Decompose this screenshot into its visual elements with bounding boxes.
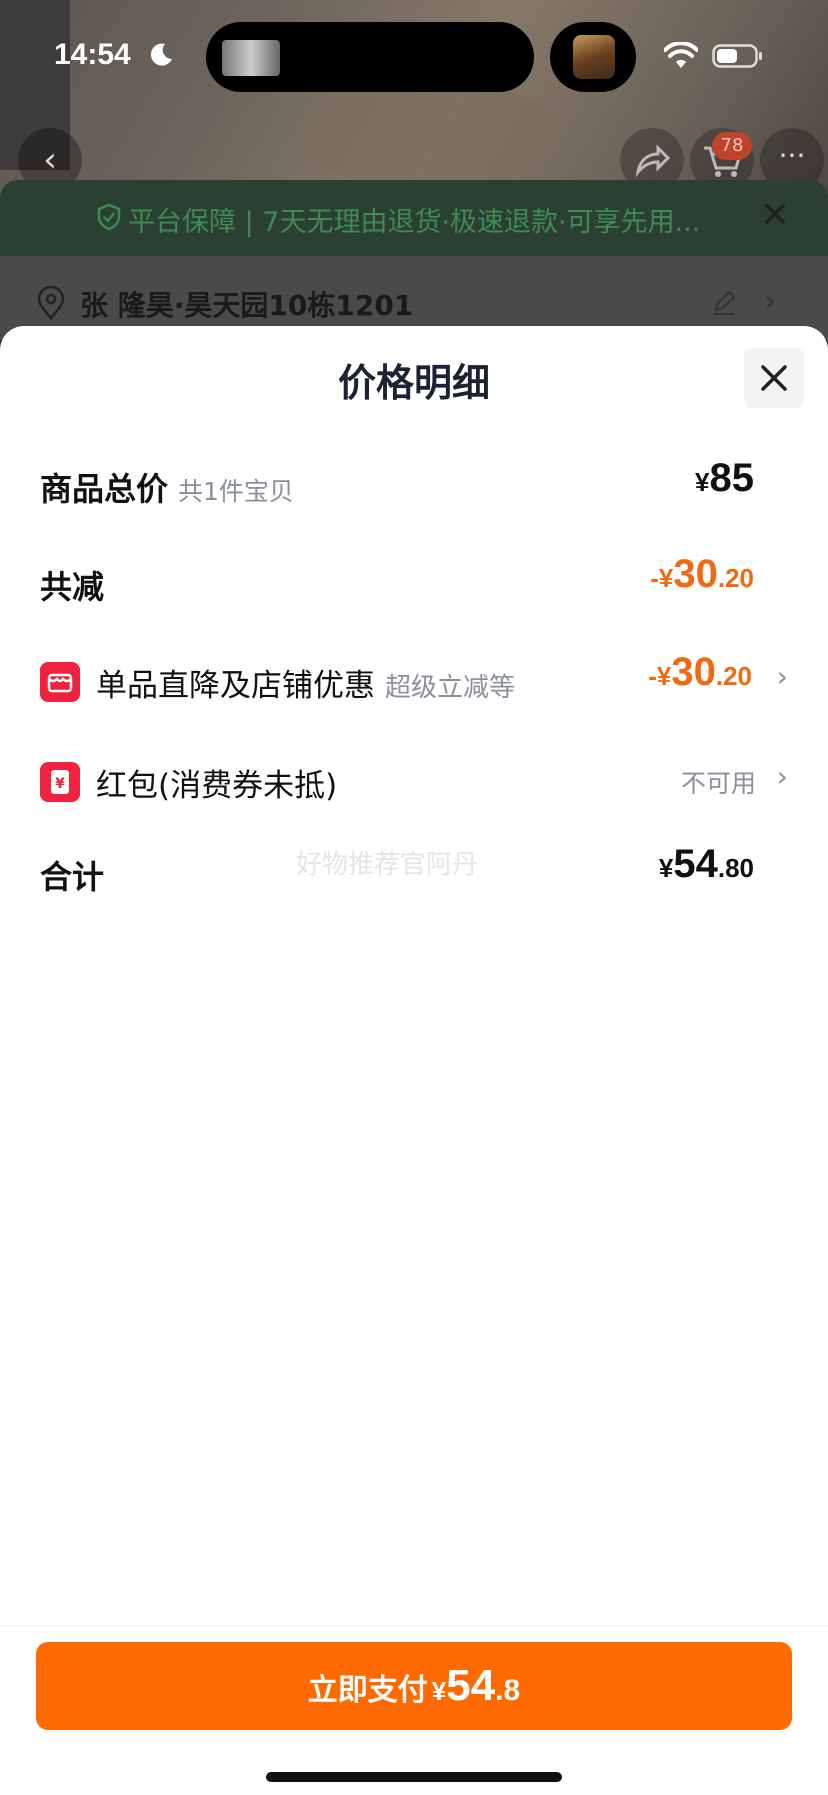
pay-amount-dec: .8 <box>495 1674 521 1707</box>
sum-label: 合计 <box>40 858 105 896</box>
guarantee-text: 平台保障 | 7天无理由退货·极速退款·可享先用... <box>128 207 701 238</box>
discount-row: 共减 -¥30.20 <box>40 552 788 612</box>
pay-currency: ¥ <box>431 1676 447 1706</box>
edit-icon[interactable] <box>710 288 738 316</box>
divider <box>0 1625 828 1626</box>
total-price-label: 商品总价 共1件宝贝 <box>40 470 294 508</box>
pay-button-label: 立即支付 <box>307 1673 428 1708</box>
shipping-address[interactable]: 张 隆昊·昊天园10栋1201 <box>80 284 413 324</box>
red-packet-label: 红包(消费券未抵) <box>96 768 338 804</box>
cart-count-badge: 78 <box>712 132 752 160</box>
location-pin-icon <box>37 286 65 320</box>
red-packet-icon: ¥ <box>40 762 80 802</box>
store-icon <box>40 662 80 702</box>
price-detail-sheet: 价格明细 商品总价 共1件宝贝 ¥85 共减 -¥30.20 单品直降及店铺优惠超… <box>0 326 828 1795</box>
moon-icon <box>150 43 172 66</box>
now-playing-thumbnail <box>222 40 280 76</box>
store-discount-sub: 超级立减等 <box>385 673 516 703</box>
discount-label: 共减 <box>40 568 105 606</box>
shield-icon <box>97 203 121 231</box>
store-discount-label: 单品直降及店铺优惠 超级立减等 <box>96 668 516 704</box>
dynamic-island <box>206 22 534 92</box>
wifi-icon <box>664 42 698 68</box>
item-count: 共1件宝贝 <box>178 477 294 506</box>
sum-row: 合计 ¥54.80 <box>40 842 788 902</box>
store-discount-value: -¥30.20 <box>648 650 752 694</box>
svg-text:¥: ¥ <box>55 776 65 792</box>
sum-value: ¥54.80 <box>658 842 754 886</box>
home-indicator <box>266 1772 562 1782</box>
status-bar: 14:54 <box>0 0 828 110</box>
discount-value: -¥30.20 <box>650 552 754 596</box>
address-chevron-icon[interactable]: › <box>764 284 776 319</box>
close-icon[interactable]: ✕ <box>760 196 790 236</box>
red-packet-status: 不可用 <box>680 769 756 798</box>
chevron-right-icon: › <box>776 660 788 693</box>
status-time: 14:54 <box>54 38 131 71</box>
red-packet-row[interactable]: ¥ 红包(消费券未抵) 不可用 › <box>40 750 788 810</box>
chevron-right-icon: › <box>776 760 788 793</box>
dynamic-island-secondary <box>550 22 636 92</box>
total-price-row: 商品总价 共1件宝贝 ¥85 <box>40 454 788 514</box>
sheet-title: 价格明细 <box>337 361 490 405</box>
pay-amount-int: 54 <box>446 1661 496 1710</box>
total-price-value: ¥85 <box>695 456 754 500</box>
app-activity-thumbnail <box>573 35 615 79</box>
battery-icon <box>712 44 762 68</box>
store-discount-row[interactable]: 单品直降及店铺优惠 超级立减等 -¥30.20 › <box>40 650 788 710</box>
close-icon[interactable] <box>744 348 804 408</box>
pay-now-button[interactable]: 立即支付 ¥54.8 <box>36 1642 792 1730</box>
